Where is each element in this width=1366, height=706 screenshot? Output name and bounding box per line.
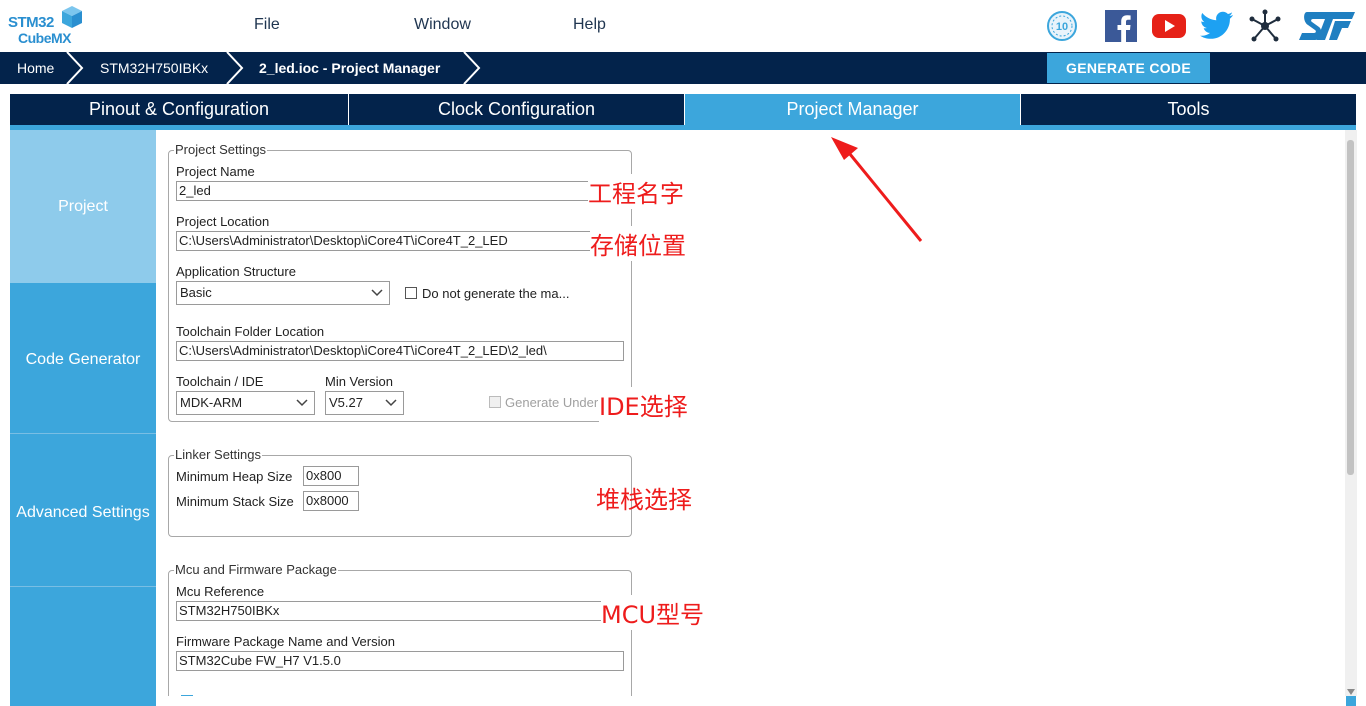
group-title: Mcu and Firmware Package [174,562,338,577]
annotation-location: 存储位置 [590,226,686,261]
min-stack-size-label: Minimum Stack Size [176,494,294,509]
sidenav-divider [10,586,156,587]
cube-icon [62,6,82,28]
menu-help[interactable]: Help [573,16,606,34]
application-structure-select[interactable]: Basic [176,281,390,305]
sidenav-divider [10,433,156,434]
sidenav-item-label: Project [58,197,108,215]
mcu-reference-label: Mcu Reference [176,584,265,599]
toolchain-ide-label: Toolchain / IDE [176,374,264,389]
min-version-label: Min Version [325,374,393,389]
select-value: Basic [180,285,212,300]
sidenav-item-empty[interactable] [10,589,156,706]
facebook-icon[interactable] [1102,6,1140,46]
tab-tools[interactable]: Tools [1021,94,1356,125]
breadcrumb-current[interactable]: 2_led.ioc - Project Manager [259,52,440,84]
annotation-project-name: 工程名字 [588,174,684,209]
firmware-package-field[interactable]: STM32Cube FW_H7 V1.5.0 [176,651,624,671]
stm32cubemx-logo: STM32 CubeMX [8,4,88,48]
min-stack-size-field[interactable]: 0x8000 [303,491,359,511]
generate-code-button[interactable]: GENERATE CODE [1047,53,1210,83]
min-heap-size-field[interactable]: 0x800 [303,466,359,486]
min-version-select[interactable]: V5.27 [325,391,404,415]
menu-window[interactable]: Window [414,16,471,34]
sidenav-item-project[interactable]: Project [10,130,156,283]
sidenav-item-code-generator[interactable]: Code Generator [10,283,156,436]
toolchain-ide-select[interactable]: MDK-ARM [176,391,315,415]
project-settings-group: Project Settings Project Name 2_led Proj… [168,142,632,422]
annotation-arrow-icon [831,137,923,242]
project-manager-sidenav: Project Code Generator Advanced Settings [10,130,156,706]
chevron-down-icon [385,399,397,407]
project-settings-panel: Project Settings Project Name 2_led Proj… [156,130,1346,696]
min-heap-size-label: Minimum Heap Size [176,469,293,484]
youtube-icon[interactable] [1150,6,1188,46]
generate-under-root-checkbox[interactable] [489,396,501,408]
logo-text-line2: CubeMX [18,30,72,46]
project-location-field[interactable]: C:\Users\Administrator\Desktop\iCore4T\i… [176,231,624,251]
select-value: MDK-ARM [180,395,243,410]
linker-settings-group: Linker Settings Minimum Heap Size 0x800 … [168,447,632,537]
breadcrumb-chevron-icon [463,52,481,84]
annotation-stack: 堆栈选择 [596,486,692,514]
chevron-down-icon [371,289,383,297]
tab-pinout-configuration[interactable]: Pinout & Configuration [10,94,348,125]
sidenav-item-label: Advanced Settings [16,503,150,521]
select-value: V5.27 [329,395,363,410]
menu-file[interactable]: File [254,16,280,34]
toolchain-folder-label: Toolchain Folder Location [176,324,325,339]
firmware-package-label: Firmware Package Name and Version [176,634,395,649]
sidenav-item-advanced-settings[interactable]: Advanced Settings [10,436,156,589]
project-name-field[interactable]: 2_led [176,181,624,201]
breadcrumb-mcu[interactable]: STM32H750IBKx [100,52,208,84]
network-share-icon[interactable] [1246,6,1284,46]
annotation-ide: IDE选择 [599,387,688,422]
sidenav-item-label: Code Generator [25,350,141,368]
scrollbar-thumb[interactable] [1347,140,1354,475]
generate-under-root-label: Generate Under [505,395,599,410]
mcu-reference-field[interactable]: STM32H750IBKx [176,601,624,621]
annotation-mcu: MCU型号 [601,595,705,630]
tab-project-manager[interactable]: Project Manager [685,94,1020,125]
project-location-label: Project Location [176,214,270,229]
toolchain-folder-field[interactable]: C:\Users\Administrator\Desktop\iCore4T\i… [176,341,624,361]
chevron-down-icon [296,399,308,407]
do-not-generate-main-checkbox[interactable] [405,287,417,299]
project-name-label: Project Name [176,164,255,179]
mcu-firmware-package-group: Mcu and Firmware Package Mcu Reference S… [168,562,632,696]
tab-clock-configuration[interactable]: Clock Configuration [349,94,684,125]
group-title: Project Settings [174,142,268,157]
use-default-firmware-checkbox[interactable] [181,695,193,696]
group-title: Linker Settings [174,447,262,462]
twitter-icon[interactable] [1198,6,1236,46]
logo-text-line1: STM32 [8,14,54,31]
application-structure-label: Application Structure [176,264,296,279]
top-menu-bar: STM32 CubeMX File Window Help 10 [0,0,1366,52]
breadcrumb-chevron-icon [226,52,244,84]
breadcrumb-home[interactable]: Home [17,52,54,84]
do-not-generate-main-label: Do not generate the ma... [422,286,570,301]
anniversary-10-icon[interactable]: 10 [1044,6,1080,46]
st-logo-icon[interactable] [1296,6,1358,46]
main-tabs: Pinout & Configuration Clock Configurati… [10,94,1356,125]
scroll-down-icon[interactable] [1347,688,1355,696]
svg-text:10: 10 [1056,21,1068,33]
breadcrumb-chevron-icon [66,52,84,84]
